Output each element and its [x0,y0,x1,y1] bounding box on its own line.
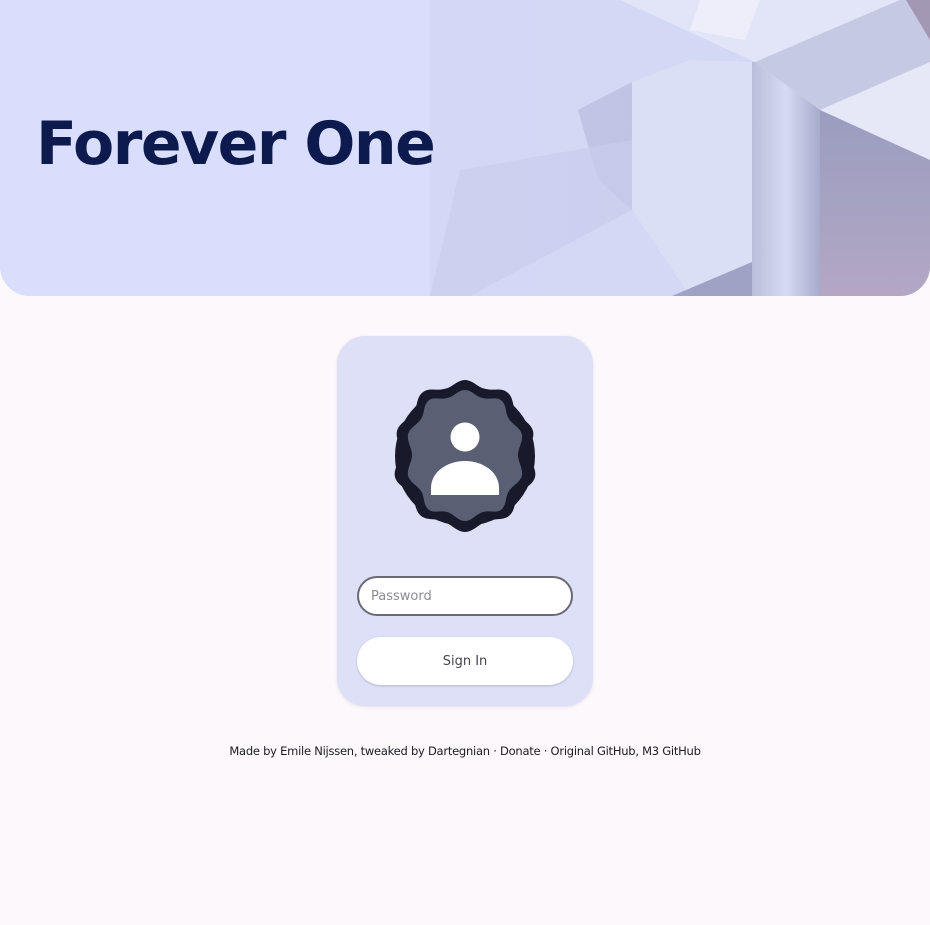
footer-separator: · [489,744,501,758]
m3-github-link[interactable]: M3 GitHub [642,744,701,758]
avatar [394,380,536,532]
footer-made-by-text: Made by [229,744,281,758]
donate-link[interactable]: Donate [500,744,541,758]
tweaker-link[interactable]: Dartegnian [428,744,490,758]
footer-credits: Made by Emile Nijssen, tweaked by Darteg… [0,744,930,758]
login-card: Sign In [337,336,593,706]
original-github-link[interactable]: Original GitHub [551,744,636,758]
footer-tweaked-by-text: , tweaked by [353,744,428,758]
author-link[interactable]: Emile Nijssen [280,744,354,758]
sign-in-button[interactable]: Sign In [357,637,573,685]
hero-banner: Forever One [0,0,930,296]
footer-separator: · [540,744,551,758]
password-input[interactable] [357,576,573,616]
page-title: Forever One [36,109,436,179]
